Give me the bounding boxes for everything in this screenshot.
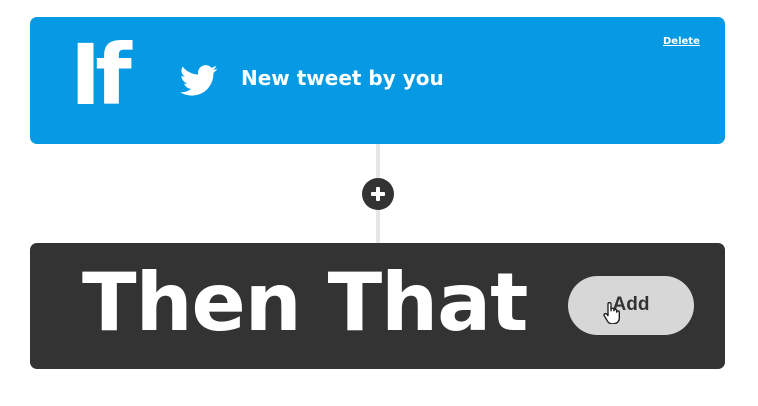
delete-link[interactable]: Delete bbox=[663, 36, 700, 47]
action-card: Then That Add bbox=[30, 243, 725, 369]
then-that-keyword: Then That bbox=[82, 256, 528, 349]
trigger-label: New tweet by you bbox=[241, 66, 444, 90]
if-keyword: If bbox=[70, 26, 132, 124]
twitter-icon bbox=[180, 65, 218, 96]
trigger-card: If New tweet by you Delete bbox=[30, 17, 725, 144]
add-button[interactable]: Add bbox=[568, 276, 694, 335]
hand-cursor-icon bbox=[603, 302, 620, 324]
add-button-label: Add bbox=[612, 294, 650, 315]
plus-icon[interactable] bbox=[362, 178, 394, 210]
